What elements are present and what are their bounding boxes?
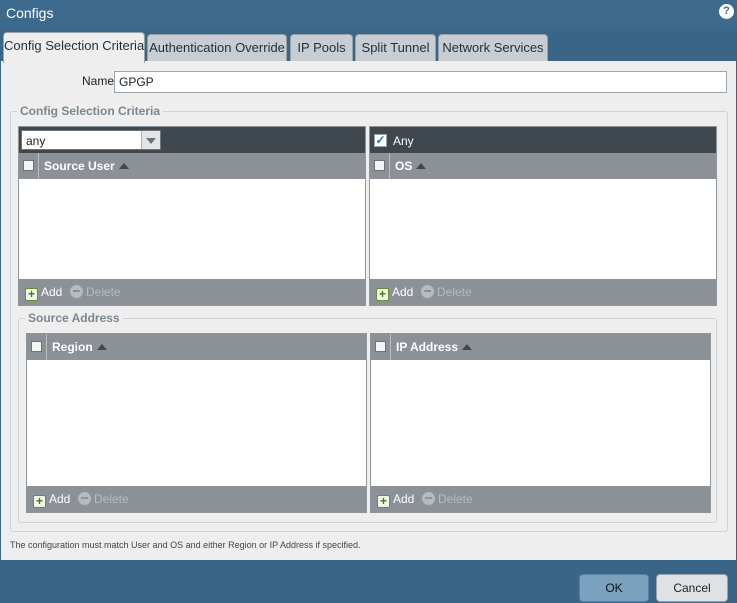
sort-asc-icon [118, 163, 129, 169]
sort-asc-icon [416, 163, 427, 169]
ip-address-panel: IP Address + Add Delete [370, 333, 711, 513]
source-user-column-label: Source User [44, 159, 115, 173]
ok-button[interactable]: OK [579, 574, 649, 602]
plus-icon: + [33, 495, 46, 508]
criteria-note: The configuration must match User and OS… [10, 540, 361, 550]
os-add-button[interactable]: + Add [376, 285, 413, 301]
region-panel: Region + Add Delete [26, 333, 367, 513]
os-any-label: Any [393, 134, 414, 148]
plus-icon: + [376, 288, 389, 301]
select-all-checkbox[interactable] [31, 341, 42, 352]
os-column-label: OS [395, 159, 413, 173]
dialog-content: Name Config Selection Criteria any Sourc… [1, 61, 736, 560]
delete-label: Delete [438, 492, 473, 506]
os-panel: ✓ Any OS + Add Delete [369, 126, 717, 306]
window-title: Configs [6, 5, 54, 21]
help-icon[interactable]: ? [719, 4, 734, 19]
minus-icon [78, 492, 91, 505]
add-label: Add [49, 492, 71, 506]
os-delete-button[interactable]: Delete [421, 285, 472, 299]
sort-asc-icon [96, 344, 107, 350]
minus-icon [422, 492, 435, 505]
ip-address-delete-button[interactable]: Delete [422, 492, 473, 506]
chevron-down-icon[interactable] [141, 131, 160, 149]
name-input[interactable] [114, 71, 727, 93]
os-header: OS [370, 153, 716, 179]
os-any-checkbox[interactable]: ✓ [374, 134, 387, 147]
os-footer: + Add Delete [370, 279, 716, 305]
add-label: Add [392, 285, 414, 299]
select-all-cell [370, 153, 390, 179]
plus-icon: + [25, 288, 38, 301]
sort-asc-icon [462, 344, 473, 350]
ip-address-column[interactable]: IP Address [396, 340, 473, 354]
plus-icon: + [377, 495, 390, 508]
os-toolbar: ✓ Any [370, 127, 716, 153]
tab-bar: Config Selection Criteria Authentication… [0, 28, 737, 63]
source-user-add-button[interactable]: + Add [25, 285, 62, 301]
tab-config-selection-criteria[interactable]: Config Selection Criteria [3, 32, 145, 63]
select-all-cell [371, 334, 391, 360]
delete-label: Delete [437, 285, 472, 299]
add-label: Add [393, 492, 415, 506]
source-address-group: Source Address Region + Add Delete IP Add… [18, 311, 717, 523]
source-user-delete-button[interactable]: Delete [70, 285, 121, 299]
region-footer: + Add Delete [27, 486, 366, 512]
tab-network-services[interactable]: Network Services [438, 34, 548, 62]
select-all-checkbox[interactable] [375, 341, 386, 352]
source-user-select[interactable]: any [21, 130, 161, 150]
dialog-footer: OK Cancel [0, 560, 737, 603]
delete-label: Delete [94, 492, 129, 506]
add-label: Add [41, 285, 63, 299]
source-user-column[interactable]: Source User [44, 159, 129, 173]
ip-address-add-button[interactable]: + Add [377, 492, 414, 508]
ip-address-header: IP Address [371, 334, 710, 360]
region-column-label: Region [52, 340, 93, 354]
source-user-toolbar: any [19, 127, 365, 153]
region-delete-button[interactable]: Delete [78, 492, 129, 506]
select-all-cell [27, 334, 47, 360]
tab-authentication-override[interactable]: Authentication Override [147, 34, 287, 62]
minus-icon [70, 285, 83, 298]
minus-icon [421, 285, 434, 298]
source-user-panel: any Source User + Add Delete [18, 126, 366, 306]
select-all-checkbox[interactable] [23, 160, 34, 171]
config-selection-criteria-group: Config Selection Criteria any Source Use… [10, 104, 728, 532]
criteria-legend: Config Selection Criteria [17, 104, 164, 118]
os-column[interactable]: OS [395, 159, 427, 173]
ip-address-footer: + Add Delete [371, 486, 710, 512]
select-all-cell [19, 153, 39, 179]
source-user-select-value: any [26, 134, 46, 148]
select-all-checkbox[interactable] [374, 160, 385, 171]
tab-split-tunnel[interactable]: Split Tunnel [355, 34, 436, 62]
source-address-legend: Source Address [25, 311, 123, 325]
tab-ip-pools[interactable]: IP Pools [290, 34, 353, 62]
ip-address-column-label: IP Address [396, 340, 459, 354]
region-add-button[interactable]: + Add [33, 492, 70, 508]
source-user-footer: + Add Delete [19, 279, 365, 305]
cancel-button[interactable]: Cancel [656, 574, 728, 602]
window-titlebar: Configs ? [0, 0, 737, 28]
name-label: Name [82, 74, 115, 88]
source-user-header: Source User [19, 153, 365, 179]
region-header: Region [27, 334, 366, 360]
delete-label: Delete [86, 285, 121, 299]
region-column[interactable]: Region [52, 340, 107, 354]
